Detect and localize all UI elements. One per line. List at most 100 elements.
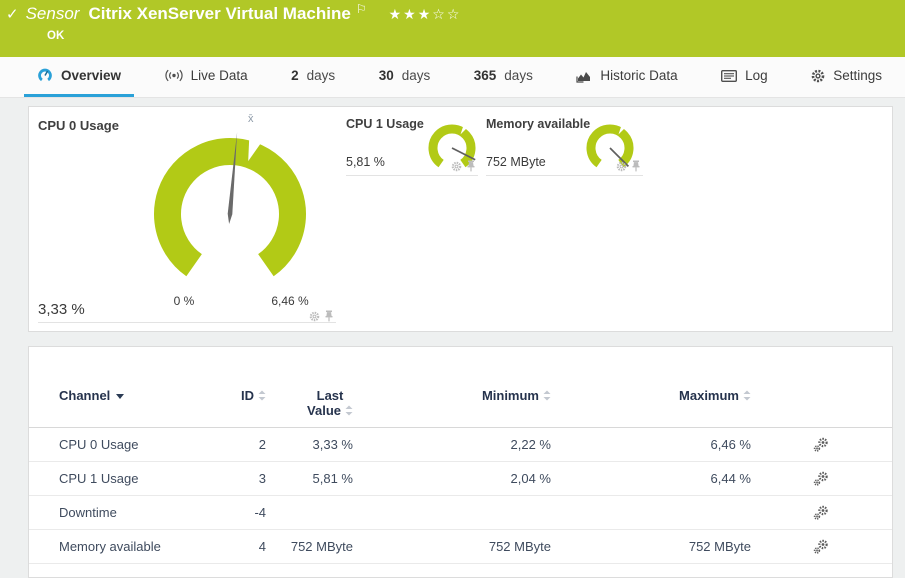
status-badge: OK: [47, 30, 65, 42]
gauge-average-marker: x̄: [248, 113, 254, 125]
edit-channel-gears-icon[interactable]: [751, 471, 892, 486]
column-header-channel[interactable]: Channel: [59, 388, 209, 403]
tab-overview[interactable]: Overview: [24, 57, 135, 97]
tab-live-data-label: Live Data: [190, 68, 248, 83]
star-filled-icon[interactable]: ★: [389, 6, 404, 22]
star-empty-icon[interactable]: ☆: [432, 6, 447, 22]
gauge-memory-value: 752 MByte: [486, 155, 546, 169]
tab-log-label: Log: [745, 68, 768, 83]
channel-last-value: 5,81 %: [312, 471, 353, 486]
gauge-cpu1-label: CPU 1 Usage: [346, 117, 424, 131]
channel-id: 3: [258, 471, 266, 486]
channel-minimum: 2,22 %: [510, 437, 551, 452]
tab-365-days[interactable]: 365 days: [461, 57, 546, 97]
gauge-memory-label: Memory available: [486, 117, 591, 131]
sort-icon: [543, 389, 551, 404]
edit-channel-gears-icon[interactable]: [751, 437, 892, 452]
channel-id: -4: [254, 505, 266, 520]
channel-maximum: 6,44 %: [710, 471, 751, 486]
column-header-last-value[interactable]: Last Value: [307, 388, 353, 418]
table-row: Memory available 4 752 MByte 752 MByte 7…: [29, 530, 892, 564]
sort-caret-icon: [116, 394, 125, 399]
tab-settings[interactable]: Settings: [798, 57, 895, 97]
tab-overview-label: Overview: [61, 68, 122, 83]
gauge-cell-cpu1: CPU 1 Usage 5,81 %: [346, 111, 478, 176]
gauge-scale-max: 6,46 %: [271, 294, 309, 308]
edit-channel-gears-icon[interactable]: [751, 505, 892, 520]
gear-icon: [811, 69, 825, 82]
sensor-kind-label: Sensor: [25, 4, 80, 23]
tab-live-data[interactable]: Live Data: [152, 57, 261, 97]
tab-2-days-label: days: [306, 68, 336, 83]
channel-maximum: 6,46 %: [710, 437, 751, 452]
tab-historic-data-label: Historic Data: [600, 68, 678, 83]
tab-365-days-label: days: [504, 68, 533, 83]
gauge-cell-memory: Memory available 752 MByte: [486, 111, 643, 176]
channel-name: Memory available: [59, 539, 161, 554]
gauge-cpu0-label: CPU 0 Usage: [38, 118, 119, 133]
cpu0-gauge-dial: [154, 132, 306, 277]
sensor-title: Citrix XenServer Virtual Machine: [88, 4, 351, 23]
channel-gear-icon[interactable]: [451, 161, 462, 172]
table-row: CPU 0 Usage 2 3,33 % 2,22 % 6,46 %: [29, 428, 892, 462]
column-header-last-line2: Value: [307, 403, 341, 418]
pin-icon[interactable]: [631, 160, 641, 172]
pin-icon[interactable]: [466, 160, 476, 172]
sensor-header: ✓ Sensor Citrix XenServer Virtual Machin…: [0, 0, 905, 57]
gauge-cpu0-value: 3,33 %: [38, 301, 85, 318]
star-empty-icon[interactable]: ☆: [447, 6, 462, 22]
tab-settings-label: Settings: [833, 68, 882, 83]
column-header-channel-label: Channel: [59, 388, 111, 403]
star-filled-icon[interactable]: ★: [403, 6, 418, 22]
gauge-scale-min: 0 %: [173, 294, 195, 308]
content-area: CPU 0 Usage x̄ 0 % 6,46 % 3,33 % CPU 1 U…: [0, 98, 905, 578]
tab-2-days-number: 2: [291, 68, 299, 83]
star-filled-icon[interactable]: ★: [418, 6, 433, 22]
column-header-maximum[interactable]: Maximum: [551, 388, 751, 403]
tab-log[interactable]: Log: [708, 57, 781, 97]
tab-30-days-label: days: [401, 68, 431, 83]
column-header-id[interactable]: ID: [209, 388, 266, 403]
broadcast-icon: [164, 69, 183, 82]
tab-30-days[interactable]: 30 days: [366, 57, 444, 97]
channel-last-value: 3,33 %: [312, 437, 353, 452]
edit-channel-gears-icon[interactable]: [751, 539, 892, 554]
cpu0-gauge: [130, 119, 330, 319]
ok-check-icon: ✓: [6, 6, 19, 23]
column-header-last-line1: Last: [316, 388, 344, 403]
chart-icon: [576, 71, 591, 83]
tab-30-days-number: 30: [378, 68, 394, 83]
channel-name: CPU 1 Usage: [59, 471, 139, 486]
channel-minimum: 752 MByte: [488, 539, 551, 554]
column-header-maximum-label: Maximum: [679, 388, 739, 403]
pin-icon[interactable]: [324, 310, 334, 322]
column-header-minimum-label: Minimum: [481, 388, 539, 403]
channel-id: 2: [258, 437, 266, 452]
channel-minimum: 2,04 %: [510, 471, 551, 486]
channel-last-value: 752 MByte: [290, 539, 353, 554]
table-row: CPU 1 Usage 3 5,81 % 2,04 % 6,44 %: [29, 462, 892, 496]
tab-365-days-number: 365: [473, 68, 497, 83]
channel-name: Downtime: [59, 505, 117, 520]
channel-gear-icon[interactable]: [616, 161, 627, 172]
channel-gear-icon[interactable]: [309, 311, 320, 322]
sort-icon: [743, 389, 751, 404]
tab-2-days[interactable]: 2 days: [278, 57, 348, 97]
channel-table-panel: Channel ID Last Value Minimum Maximum CP…: [28, 346, 893, 578]
sort-icon: [345, 404, 353, 419]
column-header-minimum[interactable]: Minimum: [353, 388, 551, 403]
gauge-icon: [38, 68, 52, 82]
channel-id: 4: [258, 539, 266, 554]
table-row: Downtime -4: [29, 496, 892, 530]
flag-icon[interactable]: ⚐: [356, 2, 367, 16]
channel-name: CPU 0 Usage: [59, 437, 139, 452]
gauge-cell-cpu0: CPU 0 Usage x̄ 0 % 6,46 % 3,33 %: [38, 111, 336, 323]
priority-stars[interactable]: ★★★☆☆: [389, 6, 462, 23]
log-icon: [721, 69, 738, 82]
channel-maximum: 752 MByte: [688, 539, 751, 554]
sensor-header-line: ✓ Sensor Citrix XenServer Virtual Machin…: [6, 2, 462, 24]
tab-bar: Overview Live Data 2 days 30 days 365 da…: [0, 57, 905, 98]
gauge-cpu1-value: 5,81 %: [346, 155, 385, 169]
tab-historic-data[interactable]: Historic Data: [563, 57, 690, 97]
gauges-panel: CPU 0 Usage x̄ 0 % 6,46 % 3,33 % CPU 1 U…: [28, 106, 893, 332]
